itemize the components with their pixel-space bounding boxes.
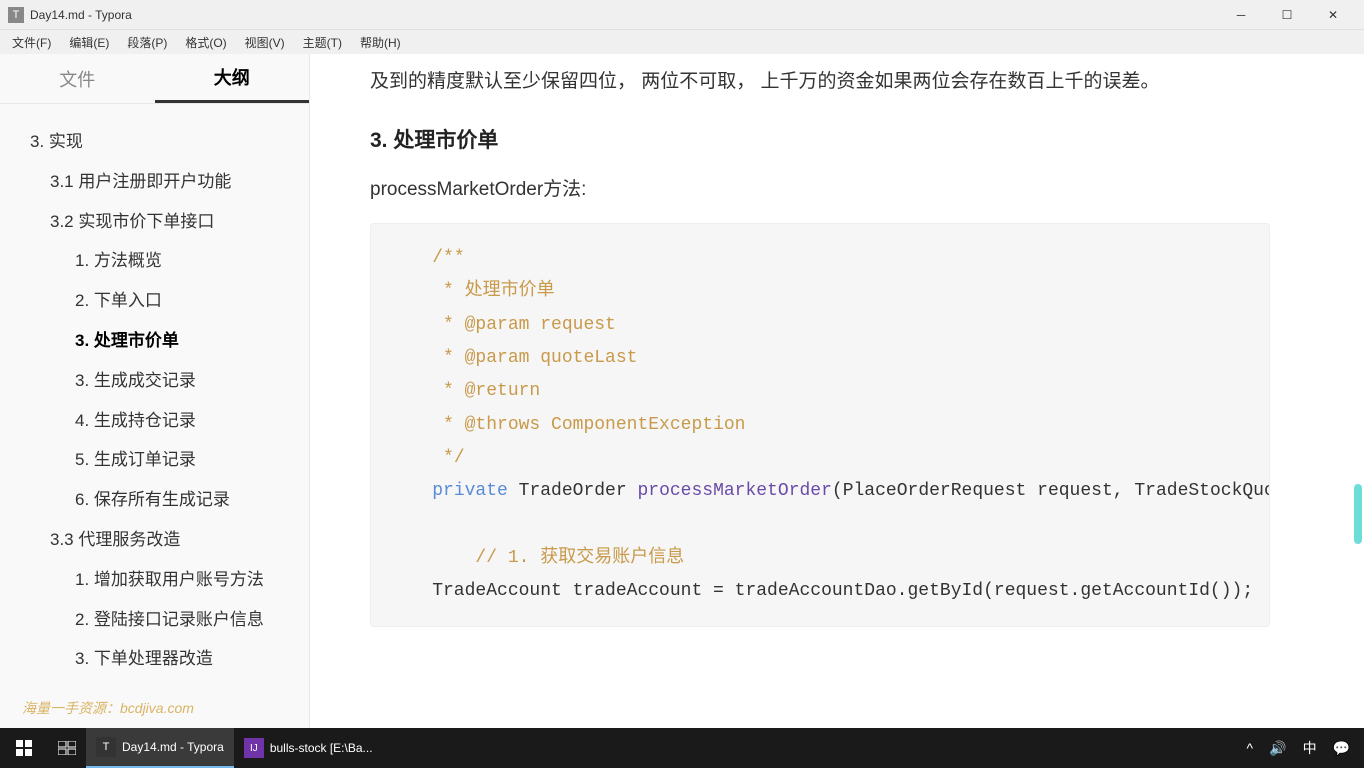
outline-item[interactable]: 5. 生成订单记录 bbox=[10, 440, 299, 480]
windows-icon bbox=[16, 740, 32, 756]
editor-content[interactable]: 及到的精度默认至少保留四位， 两位不可取， 上千万的资金如果两位会存在数百上千的… bbox=[310, 54, 1364, 728]
app-icon: T bbox=[8, 7, 24, 23]
tab-files[interactable]: 文件 bbox=[0, 54, 155, 103]
code-block[interactable]: /** * 处理市价单 * @param request * @param qu… bbox=[370, 223, 1270, 627]
system-tray: ^ 🔊 中 💬 bbox=[1243, 738, 1364, 758]
titlebar: T Day14.md - Typora ─ ☐ ✕ bbox=[0, 0, 1364, 30]
outline-item[interactable]: 3. 下单处理器改造 bbox=[10, 639, 299, 679]
start-button[interactable] bbox=[0, 728, 48, 768]
outline-item[interactable]: 1. 增加获取用户账号方法 bbox=[10, 560, 299, 600]
task-view-button[interactable] bbox=[48, 728, 86, 768]
minimize-button[interactable]: ─ bbox=[1218, 0, 1264, 30]
outline-item[interactable]: 3.1 用户注册即开户功能 bbox=[10, 162, 299, 202]
outline-item[interactable]: 3.3 代理服务改造 bbox=[10, 520, 299, 560]
outline-item[interactable]: 4. 生成持仓记录 bbox=[10, 401, 299, 441]
outline-item[interactable]: 2. 登陆接口记录账户信息 bbox=[10, 600, 299, 640]
ime-indicator[interactable]: 中 bbox=[1299, 738, 1321, 758]
menu-format[interactable]: 格式(O) bbox=[177, 32, 234, 53]
menu-help[interactable]: 帮助(H) bbox=[352, 32, 409, 53]
task-view-icon bbox=[58, 741, 76, 755]
menu-file[interactable]: 文件(F) bbox=[4, 32, 59, 53]
maximize-button[interactable]: ☐ bbox=[1264, 0, 1310, 30]
scrollbar-thumb[interactable] bbox=[1354, 484, 1362, 544]
menu-view[interactable]: 视图(V) bbox=[237, 32, 293, 53]
sidebar-tabs: 文件 大纲 bbox=[0, 54, 309, 104]
ide-icon: IJ bbox=[244, 738, 264, 758]
typora-icon: T bbox=[96, 737, 116, 757]
tray-chevron-icon[interactable]: ^ bbox=[1243, 740, 1258, 756]
outline-item[interactable]: 3. 生成成交记录 bbox=[10, 361, 299, 401]
outline-item[interactable]: 2. 下单入口 bbox=[10, 281, 299, 321]
windows-taskbar: T Day14.md - Typora IJ bulls-stock [E:\B… bbox=[0, 728, 1364, 768]
sidebar: 文件 大纲 3. 实现 3.1 用户注册即开户功能 3.2 实现市价下单接口 1… bbox=[0, 54, 310, 728]
outline-item[interactable]: 1. 方法概览 bbox=[10, 241, 299, 281]
outline-item[interactable]: 3. 实现 bbox=[10, 122, 299, 162]
tab-outline[interactable]: 大纲 bbox=[155, 54, 310, 103]
notifications-icon[interactable]: 💬 bbox=[1329, 740, 1354, 757]
outline-item-active[interactable]: 3. 处理市价单 bbox=[10, 321, 299, 361]
taskbar-app-ide[interactable]: IJ bulls-stock [E:\Ba... bbox=[234, 728, 383, 768]
outline-item[interactable]: 6. 保存所有生成记录 bbox=[10, 480, 299, 520]
heading-3[interactable]: 3. 处理市价单 bbox=[370, 124, 1270, 154]
main-area: 文件 大纲 3. 实现 3.1 用户注册即开户功能 3.2 实现市价下单接口 1… bbox=[0, 54, 1364, 728]
close-button[interactable]: ✕ bbox=[1310, 0, 1356, 30]
outline-item[interactable]: 3.2 实现市价下单接口 bbox=[10, 202, 299, 242]
menu-theme[interactable]: 主题(T) bbox=[295, 32, 350, 53]
menubar: 文件(F) 编辑(E) 段落(P) 格式(O) 视图(V) 主题(T) 帮助(H… bbox=[0, 30, 1364, 54]
menu-edit[interactable]: 编辑(E) bbox=[61, 32, 117, 53]
volume-icon[interactable]: 🔊 bbox=[1265, 740, 1290, 757]
paragraph-text[interactable]: 及到的精度默认至少保留四位， 两位不可取， 上千万的资金如果两位会存在数百上千的… bbox=[370, 64, 1270, 100]
menu-paragraph[interactable]: 段落(P) bbox=[119, 32, 175, 53]
taskbar-app-typora[interactable]: T Day14.md - Typora bbox=[86, 728, 234, 768]
window-controls: ─ ☐ ✕ bbox=[1218, 0, 1356, 30]
outline-tree[interactable]: 3. 实现 3.1 用户注册即开户功能 3.2 实现市价下单接口 1. 方法概览… bbox=[0, 104, 309, 728]
window-title: Day14.md - Typora bbox=[30, 8, 1218, 22]
paragraph-text[interactable]: processMarketOrder方法: bbox=[370, 174, 1270, 201]
